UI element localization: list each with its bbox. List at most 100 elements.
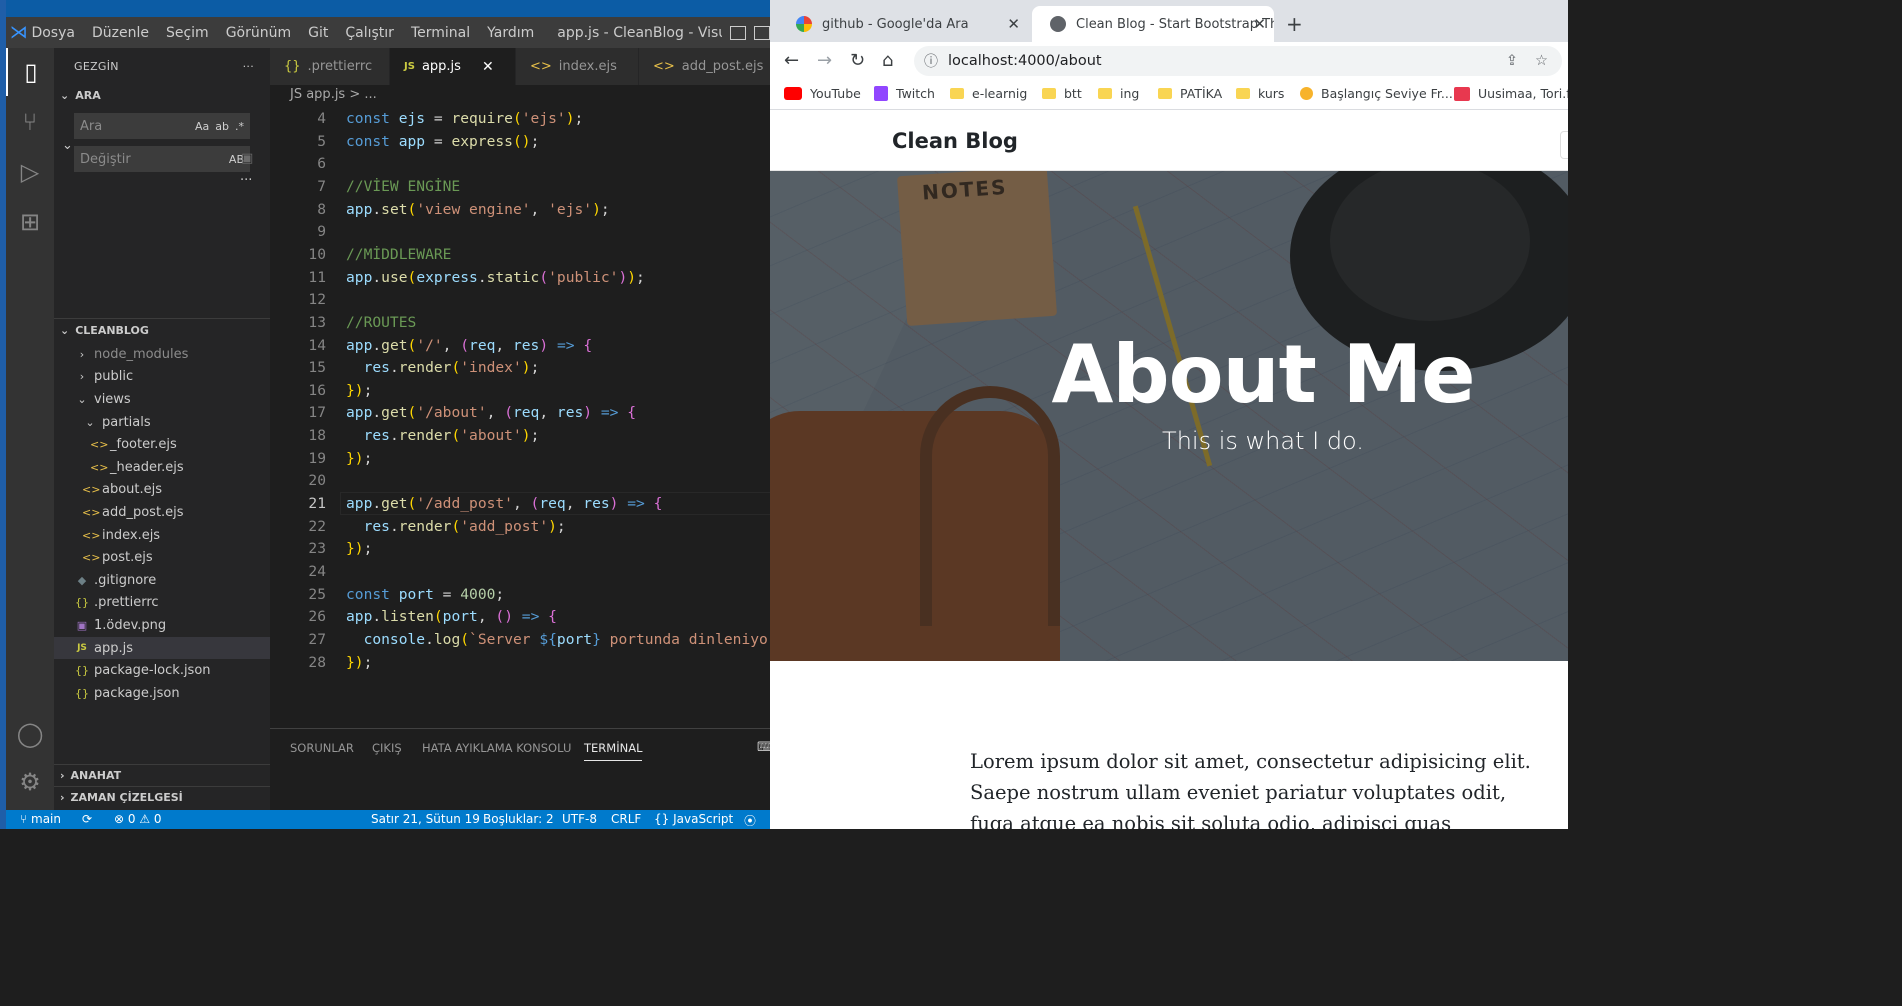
problems-status[interactable]: ⊗ 0 ⚠ 0 — [114, 812, 162, 826]
tab-prettierrc[interactable]: {} .prettierrc — [270, 48, 390, 85]
tree-file[interactable]: {} .prettierrc — [54, 592, 270, 615]
tab-index-ejs[interactable]: <> index.ejs — [516, 48, 639, 85]
run-debug-icon[interactable]: ▷ — [6, 148, 54, 196]
layout-panel-icon[interactable] — [754, 25, 770, 40]
bookmark-item[interactable]: kurs — [1236, 86, 1284, 101]
replace-toggle-icon[interactable]: ⌄ — [62, 138, 73, 153]
search-section-header[interactable]: ⌄ ARA — [54, 84, 270, 106]
code-line[interactable]: }); — [346, 450, 372, 467]
more-actions-icon[interactable]: ··· — [243, 60, 254, 73]
address-bar[interactable]: ⓘ localhost:4000/about ⇪ ☆ — [914, 46, 1562, 76]
navbar-toggler[interactable] — [1560, 131, 1568, 159]
tree-folder[interactable]: ⌄ partials — [54, 411, 270, 434]
source-control-icon[interactable]: ⑂ — [6, 98, 54, 146]
panel-tab-debug-console[interactable]: HATA AYIKLAMA KONSOLU — [422, 741, 571, 755]
code-line[interactable]: }); — [346, 654, 372, 671]
code-line[interactable]: res.render('add_post'); — [346, 518, 566, 535]
new-tab-icon[interactable]: + — [1286, 12, 1303, 36]
replace-all-icon[interactable]: ▣ — [241, 151, 253, 166]
encoding[interactable]: UTF-8 — [562, 812, 597, 826]
outline-section-header[interactable]: › ANAHAT — [54, 764, 270, 786]
back-arrow-icon[interactable]: ← — [784, 50, 799, 71]
menu-help[interactable]: Yardım — [487, 25, 534, 41]
tree-file[interactable]: {} package.json — [54, 682, 270, 705]
code-line[interactable]: app.get('/about', (req, res) => { — [346, 404, 636, 421]
home-icon[interactable]: ⌂ — [882, 50, 893, 71]
bookmark-item[interactable]: YouTube — [784, 86, 861, 101]
bookmark-item[interactable]: e-learnig — [950, 86, 1027, 101]
panel-tab-output[interactable]: ÇIKIŞ — [372, 741, 402, 755]
extensions-icon[interactable]: ⊞ — [6, 198, 54, 246]
match-case-icon[interactable]: Aa — [195, 120, 209, 133]
tree-folder[interactable]: ⌄ views — [54, 388, 270, 411]
code-line[interactable]: }); — [346, 540, 372, 557]
line-ending[interactable]: CRLF — [611, 812, 641, 826]
bookmark-item[interactable]: Başlangıç Seviye Fr... — [1300, 86, 1453, 101]
bookmark-item[interactable]: PATİKA — [1158, 86, 1222, 101]
code-line[interactable]: const port = 4000; — [346, 586, 504, 603]
replace-input[interactable]: Değiştir AB — [74, 146, 250, 172]
tree-file[interactable]: <> _footer.ejs — [54, 433, 270, 456]
sync-icon[interactable]: ⟳ — [82, 812, 92, 826]
broadcast-icon[interactable]: ⦿ — [744, 812, 756, 829]
browser-tab-google[interactable]: github - Google'da Ara ✕ — [778, 6, 1028, 42]
code-line[interactable]: res.render('about'); — [346, 427, 540, 444]
branch-status[interactable]: ⑂ main — [20, 812, 61, 826]
regex-icon[interactable]: .* — [235, 120, 244, 133]
code-line[interactable]: console.log(`Server ${port} portunda din… — [346, 631, 768, 648]
code-line[interactable]: app.listen(port, () => { — [346, 608, 557, 625]
menu-edit[interactable]: Düzenle — [92, 25, 149, 41]
tree-file[interactable]: {} package-lock.json — [54, 659, 270, 682]
code-line[interactable]: app.set('view engine', 'ejs'); — [346, 201, 610, 218]
indentation[interactable]: Boşluklar: 2 — [483, 812, 554, 826]
code-line[interactable]: const app = express(); — [346, 133, 539, 150]
code-line[interactable]: //VİEW ENGİNE — [346, 178, 460, 195]
menu-view[interactable]: Görünüm — [226, 25, 291, 41]
reload-icon[interactable]: ↻ — [850, 50, 865, 71]
menu-run[interactable]: Çalıştır — [345, 25, 394, 41]
code-line[interactable]: res.render('index'); — [346, 359, 540, 376]
menu-file[interactable]: Dosya — [31, 25, 75, 41]
browser-tab-clean-blog[interactable]: Clean Blog - Start Bootstrap Ther ✕ — [1032, 6, 1274, 42]
menu-selection[interactable]: Seçim — [166, 25, 209, 41]
explorer-icon[interactable]: ▯ — [6, 48, 54, 96]
close-tab-icon[interactable]: ✕ — [1253, 15, 1266, 33]
panel-tab-problems[interactable]: SORUNLAR — [290, 741, 354, 755]
menu-go[interactable]: Git — [308, 25, 328, 41]
forward-arrow-icon[interactable]: → — [817, 50, 832, 71]
code-line[interactable]: app.get('/add_post', (req, res) => { — [346, 495, 662, 512]
code-line[interactable]: //MİDDLEWARE — [346, 246, 451, 263]
account-icon[interactable]: ◯ — [6, 710, 54, 758]
tab-add-post-ejs[interactable]: <> add_post.ejs — [639, 48, 776, 85]
cursor-position[interactable]: Satır 21, Sütun 19 — [371, 812, 480, 826]
bookmark-star-icon[interactable]: ☆ — [1535, 53, 1548, 69]
info-icon[interactable]: ⓘ — [924, 51, 938, 71]
language-mode[interactable]: {} JavaScript — [654, 812, 733, 826]
project-section-header[interactable]: ⌄ CLEANBLOG — [54, 318, 270, 342]
tree-file[interactable]: ◆ .gitignore — [54, 569, 270, 592]
code-line[interactable]: app.use(express.static('public')); — [346, 269, 645, 286]
match-word-icon[interactable]: ab — [215, 120, 229, 133]
tree-file[interactable]: <> about.ejs — [54, 479, 270, 502]
search-input[interactable]: Ara Aa ab .* — [74, 113, 250, 139]
layout-sidebar-icon[interactable] — [730, 25, 746, 40]
tree-folder[interactable]: › public — [54, 366, 270, 389]
close-tab-icon[interactable]: ✕ — [482, 59, 494, 75]
tree-folder[interactable]: › node_modules — [54, 343, 270, 366]
bookmark-item[interactable]: btt — [1042, 86, 1082, 101]
bookmark-item[interactable]: Twitch — [874, 86, 935, 101]
settings-gear-icon[interactable]: ⚙ — [6, 758, 54, 806]
close-tab-icon[interactable]: ✕ — [1007, 15, 1020, 33]
timeline-section-header[interactable]: › ZAMAN ÇİZELGESİ — [54, 786, 270, 808]
blog-brand[interactable]: Clean Blog — [892, 129, 1018, 153]
more-search-icon[interactable]: ··· — [240, 173, 252, 188]
tree-file[interactable]: JS app.js — [54, 636, 270, 660]
code-line[interactable]: app.get('/', (req, res) => { — [346, 337, 592, 354]
code-line[interactable]: }); — [346, 382, 372, 399]
breadcrumb[interactable]: JS app.js > ... — [290, 87, 377, 102]
tab-app-js[interactable]: JS app.js ✕ — [390, 48, 516, 85]
code-line[interactable]: const ejs = require('ejs'); — [346, 110, 583, 127]
share-icon[interactable]: ⇪ — [1506, 53, 1518, 69]
bookmark-item[interactable]: Uusimaa, Tori.fi — [1454, 86, 1574, 101]
tree-file[interactable]: ▣ 1.ödev.png — [54, 614, 270, 637]
